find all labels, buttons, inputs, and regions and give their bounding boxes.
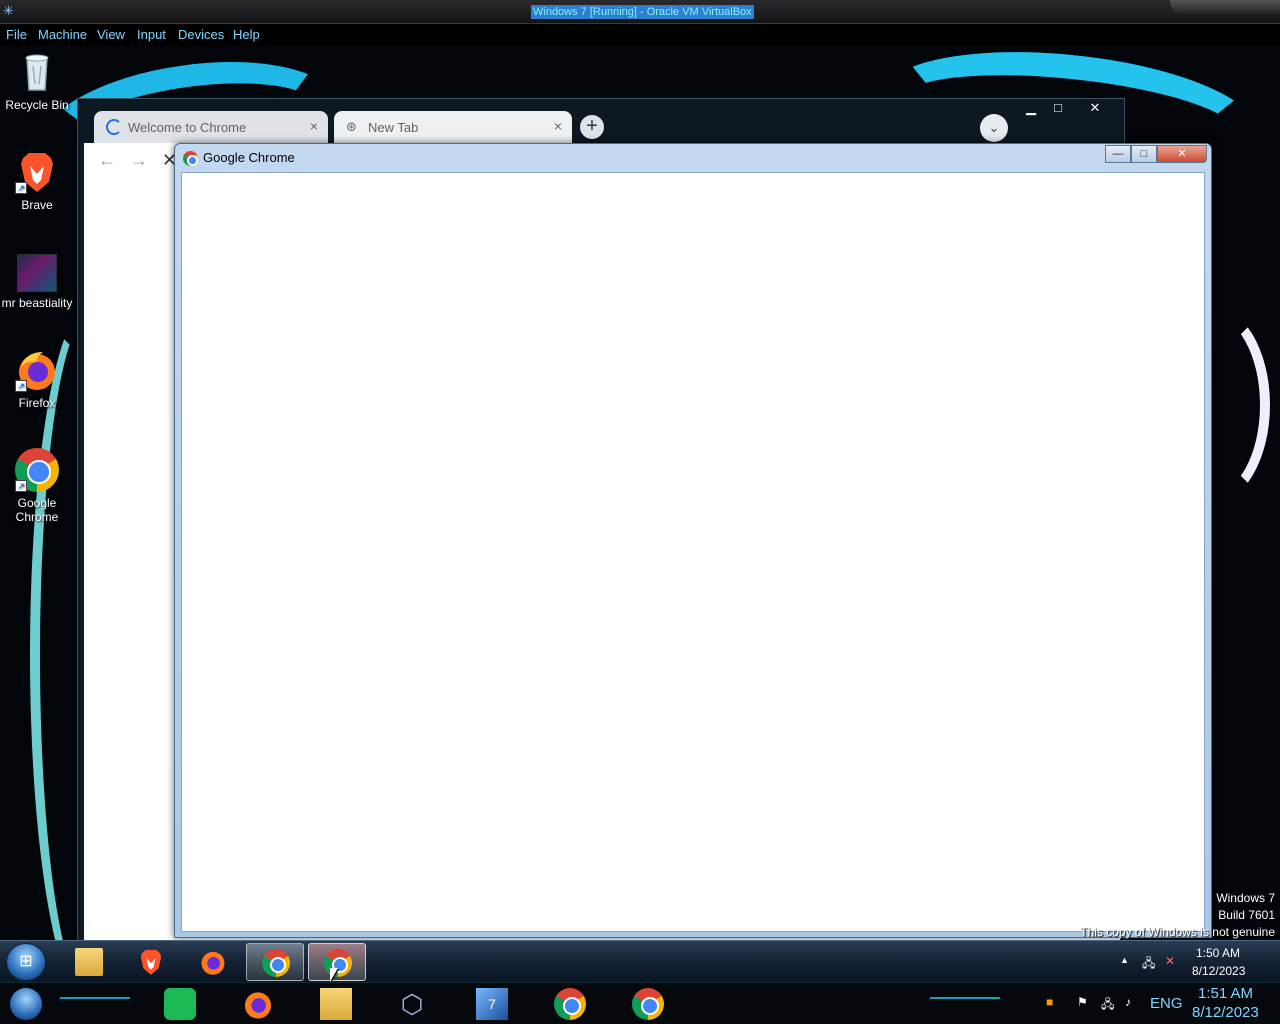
desktop-icon-label: mr beastiality xyxy=(1,296,73,310)
chrome-icon xyxy=(262,949,290,977)
windows7-vm-icon[interactable]: 7 xyxy=(476,988,508,1020)
guest-desktop: Recycle Bin ↗ Brave mr beastiality ↗ Fir… xyxy=(0,45,1280,940)
desktop-icon-label: Google Chrome xyxy=(15,496,59,524)
chrome-profile-icon[interactable] xyxy=(632,988,664,1020)
notes-icon[interactable] xyxy=(164,988,196,1020)
chrome-icon: ↗ xyxy=(15,448,59,492)
network-icon[interactable]: 🖧 xyxy=(1142,954,1155,975)
mouse-cursor-icon xyxy=(330,968,338,982)
taskbar-firefox[interactable] xyxy=(184,943,242,981)
firefox-icon: ↗ xyxy=(15,348,59,392)
volume-icon[interactable]: ♪ xyxy=(1125,995,1131,1009)
virtualbox-titlebar: ✳ Windows 7 [Running] - Oracle VM Virtua… xyxy=(0,0,1280,24)
watermark-genuine: This copy of Windows is not genuine xyxy=(1080,925,1275,939)
flag-icon[interactable]: ⚑ xyxy=(1077,995,1088,1009)
watermark-build: Build 7601 xyxy=(1218,908,1275,922)
desktop-icon-recycle-bin[interactable]: Recycle Bin xyxy=(0,50,74,112)
desktop-icon-image[interactable]: mr beastiality xyxy=(0,250,74,310)
new-tab-button[interactable]: + xyxy=(580,115,604,139)
tab-search-button[interactable]: ⌄ xyxy=(980,114,1008,142)
tab-close-button[interactable]: × xyxy=(554,118,562,134)
taskbar-decoration xyxy=(930,997,1000,1003)
explorer-icon[interactable] xyxy=(320,988,352,1020)
chrome-icon xyxy=(183,151,198,166)
minimize-button[interactable]: ▁ xyxy=(1018,99,1044,119)
desktop-icon-label: Firefox xyxy=(18,396,56,410)
taskbar-brave[interactable] xyxy=(122,943,180,981)
chrome-window-foreground[interactable]: Google Chrome — □ ✕ xyxy=(174,143,1212,938)
menu-input[interactable]: Input xyxy=(137,27,166,42)
clock-time[interactable]: 1:50 AM xyxy=(1196,946,1240,960)
guest-taskbar: ⊞ ▲ 🖧 ✕ 1:50 AM 8/12/2023 xyxy=(0,940,1280,982)
brave-icon xyxy=(137,948,165,976)
explorer-icon xyxy=(75,948,103,976)
firefox-icon[interactable] xyxy=(242,988,274,1020)
close-window-button[interactable]: ✕ xyxy=(1157,145,1207,163)
loading-spinner-icon xyxy=(106,119,122,135)
forward-button[interactable]: → xyxy=(130,151,148,169)
tab-strip: Welcome to Chrome × ⊛ New Tab × + ⌄ ▁ □ … xyxy=(78,99,1124,143)
clock-time[interactable]: 1:51 AM xyxy=(1198,985,1253,1002)
desktop-icon-firefox[interactable]: ↗ Firefox xyxy=(0,348,74,410)
clock-date[interactable]: 8/12/2023 xyxy=(1192,964,1245,978)
maximize-button[interactable]: □ xyxy=(1045,99,1071,119)
menu-file[interactable]: File xyxy=(6,27,27,42)
volume-muted-icon[interactable]: ✕ xyxy=(1165,954,1175,968)
guest-system-tray: ▲ 🖧 ✕ 1:50 AM 8/12/2023 xyxy=(1110,941,1280,983)
desktop-icon-label: Brave xyxy=(21,198,53,212)
desktop-icon-brave[interactable]: ↗ Brave xyxy=(0,150,74,212)
firefox-icon xyxy=(199,948,227,976)
show-hidden-icons-button[interactable]: ▲ xyxy=(1120,955,1129,965)
tab-title: New Tab xyxy=(368,120,419,135)
window-client-area xyxy=(181,172,1205,932)
clock-date[interactable]: 8/12/2023 xyxy=(1192,1004,1259,1021)
virtualbox-app-icon: ✳ xyxy=(3,3,14,18)
recycle-bin-icon xyxy=(15,50,59,94)
host-taskbar: ⬡ 7 ■ ⚑ 🖧 ♪ ENG 1:51 AM 8/12/2023 xyxy=(0,982,1280,1024)
chrome-icon xyxy=(324,949,352,977)
tab-title: Welcome to Chrome xyxy=(128,120,247,135)
taskbar-decoration xyxy=(60,997,130,1003)
virtualbox-menubar: File Machine View Input Devices Help xyxy=(0,24,1280,45)
maximize-button[interactable]: □ xyxy=(1131,145,1157,163)
menu-devices[interactable]: Devices xyxy=(178,27,224,42)
menu-machine[interactable]: Machine xyxy=(38,27,87,42)
windows-watermark: Windows 7 Build 7601 This copy of Window… xyxy=(1080,890,1275,940)
watermark-os: Windows 7 xyxy=(1216,891,1275,905)
back-button[interactable]: ← xyxy=(98,151,116,169)
close-window-button[interactable]: ✕ xyxy=(1072,99,1118,119)
shortcut-arrow-icon: ↗ xyxy=(15,480,27,492)
taskbar-chrome[interactable] xyxy=(246,943,304,981)
start-icon[interactable] xyxy=(10,988,42,1020)
chrome-tab-icon: ⊛ xyxy=(346,119,357,134)
desktop-icon-label: Recycle Bin xyxy=(5,98,69,112)
windows-logo-icon: ⊞ xyxy=(19,953,33,970)
image-file-icon xyxy=(17,254,57,292)
tray-app-icon[interactable]: ■ xyxy=(1046,995,1053,1009)
tab-new-tab[interactable]: ⊛ New Tab × xyxy=(334,111,572,143)
virtualbox-icon[interactable]: ⬡ xyxy=(396,988,428,1020)
menu-help[interactable]: Help xyxy=(233,27,260,42)
window-title: Google Chrome xyxy=(203,150,295,165)
shortcut-arrow-icon: ↗ xyxy=(15,182,27,194)
network-icon[interactable]: 🖧 xyxy=(1101,995,1114,1016)
language-indicator[interactable]: ENG xyxy=(1150,995,1183,1012)
desktop-icon-chrome[interactable]: ↗ Google Chrome xyxy=(0,448,74,524)
minimize-button[interactable]: — xyxy=(1105,145,1131,163)
virtualbox-window-title: Windows 7 [Running] - Oracle VM VirtualB… xyxy=(531,5,754,19)
taskbar-explorer[interactable] xyxy=(60,943,118,981)
chrome-icon[interactable] xyxy=(554,988,586,1020)
brave-icon: ↗ xyxy=(15,150,59,194)
menu-view[interactable]: View xyxy=(97,27,125,42)
titlebar-decoration xyxy=(1170,0,1280,14)
shortcut-arrow-icon: ↗ xyxy=(15,380,27,392)
start-button[interactable]: ⊞ xyxy=(6,943,46,981)
tab-welcome-to-chrome[interactable]: Welcome to Chrome × xyxy=(94,111,328,143)
tab-close-button[interactable]: × xyxy=(310,118,318,134)
